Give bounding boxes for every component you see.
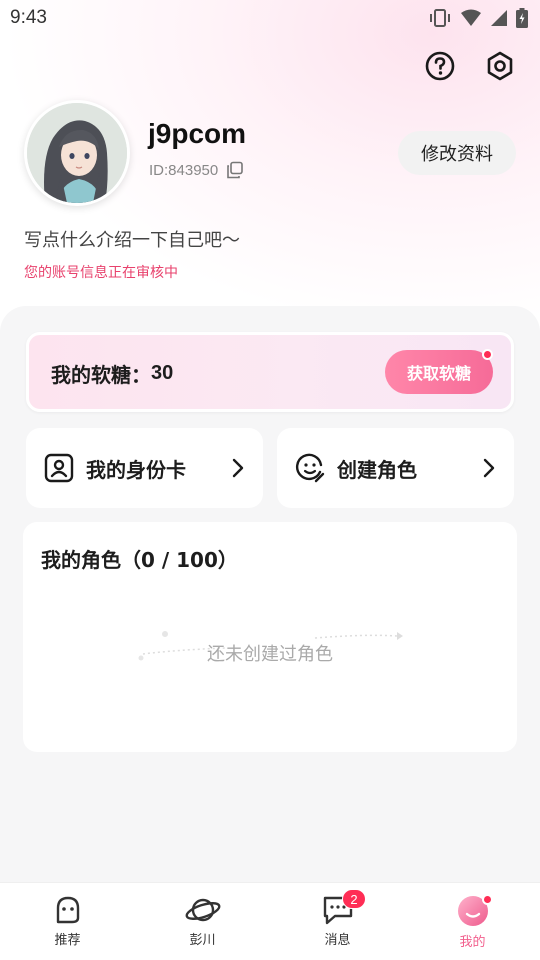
candy-card: 我的软糖： 30 获取软糖 (26, 332, 514, 412)
chevron-right-icon (483, 458, 495, 478)
username: j9pcom (148, 118, 247, 149)
notification-dot (482, 349, 493, 360)
help-icon (425, 51, 455, 81)
user-id: ID:843950 (149, 161, 219, 179)
id-card-icon (44, 453, 74, 483)
nav-label: 推荐 (54, 933, 81, 948)
candy-count: 30 (151, 362, 174, 384)
review-status-text: 您的账号信息正在审核中 (24, 265, 178, 281)
nav-label: 我的 (459, 935, 486, 950)
smile-face-icon (296, 453, 325, 483)
my-roles-card: 我的角色（0 / 100） 还未创建过角色 (23, 522, 517, 752)
ghost-icon (56, 896, 79, 924)
identity-card-label: 我的身份卡 (86, 457, 186, 482)
avatar[interactable] (24, 100, 130, 206)
nav-tab-recommend[interactable]: 推荐 (0, 883, 135, 960)
battery-icon (516, 8, 528, 28)
get-candy-button[interactable]: 获取软糖 (385, 350, 493, 394)
status-time: 9:43 (10, 7, 47, 28)
message-count-badge: 2 (342, 889, 366, 909)
vibrate-icon (430, 9, 450, 27)
bio-text[interactable]: 写点什么介绍一下自己吧～ (24, 226, 240, 252)
wifi-icon (461, 9, 481, 26)
bottom-nav: 推荐 彭川 2 消息 我的 (0, 882, 540, 960)
empty-roles-text: 还未创建过角色 (207, 644, 333, 665)
notification-dot (482, 894, 493, 905)
status-icons (428, 8, 528, 28)
chevron-right-icon (232, 458, 244, 478)
user-id-row: ID:843950 (149, 161, 244, 179)
help-button[interactable] (424, 50, 456, 82)
create-role-button[interactable]: 创建角色 (277, 428, 514, 508)
candy-balance: 我的软糖： 30 (51, 359, 173, 388)
roles-title: 我的角色（0 / 100） (41, 548, 238, 572)
signal-icon (491, 10, 507, 26)
edit-profile-button[interactable]: 修改资料 (398, 131, 516, 175)
nav-label: 彭川 (189, 933, 216, 948)
planet-icon (185, 898, 220, 922)
copy-icon[interactable] (226, 161, 244, 179)
create-role-label: 创建角色 (337, 457, 417, 482)
nav-tab-pengchuan[interactable]: 彭川 (135, 883, 270, 960)
avatar-image (27, 103, 127, 203)
status-bar: 9:43 (0, 0, 540, 36)
gear-icon (487, 51, 513, 81)
candy-label: 我的软糖： (51, 363, 151, 387)
nav-tab-me[interactable]: 我的 (405, 883, 540, 960)
identity-card-button[interactable]: 我的身份卡 (26, 428, 263, 508)
top-actions (424, 50, 516, 82)
nav-label: 消息 (324, 933, 351, 948)
nav-tab-messages[interactable]: 2 消息 (270, 883, 405, 960)
settings-button[interactable] (484, 50, 516, 82)
